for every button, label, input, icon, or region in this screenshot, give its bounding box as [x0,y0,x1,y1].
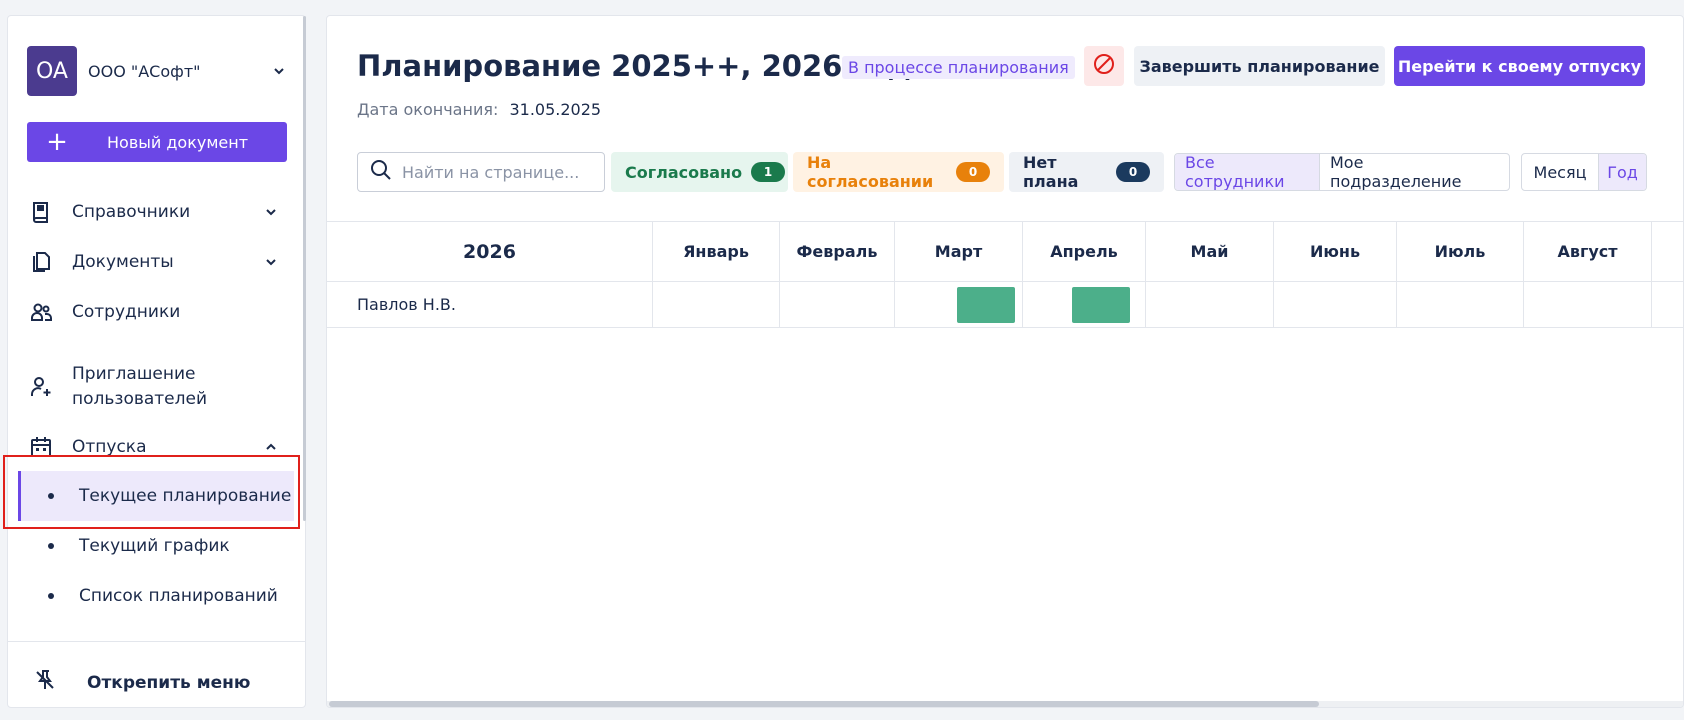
month-cell [1651,282,1683,327]
vacation-table: 2026 Январь Февраль Март Апрель Май Июнь… [327,221,1683,328]
month-header: Март [894,222,1022,281]
filter-pending-count: 0 [956,162,990,182]
sidebar-subitem-planning-list[interactable]: Список планирований [18,571,301,621]
search-icon [370,159,392,185]
period-year[interactable]: Год [1598,154,1646,190]
sidebar-item-invite-users[interactable]: Приглашение пользователей [27,361,287,413]
employee-name: Павлов Н.В. [357,295,456,314]
sidebar-item-label: Сотрудники [72,301,181,322]
employees-icon [27,298,55,326]
filter-approved-count: 1 [751,162,786,182]
highlight-annotation [3,455,300,529]
horizontal-scrollbar-thumb[interactable] [329,701,1319,707]
chevron-down-icon [263,254,279,270]
cancel-planning-button[interactable] [1084,46,1124,86]
chevron-up-icon [263,439,279,455]
sidebar-scrollbar[interactable] [303,16,306,521]
filter-no-plan-count: 0 [1116,162,1150,182]
month-header: Июнь [1273,222,1396,281]
month-header: Июль [1396,222,1523,281]
vacation-bar[interactable] [957,287,1015,323]
end-date-label: Дата окончания: [357,100,499,119]
documents-icon [27,248,55,276]
month-header: Май [1145,222,1273,281]
scope-toggle: Все сотрудники Мое подразделение [1174,153,1510,191]
prohibited-icon [1092,52,1116,80]
table-row[interactable]: Павлов Н.В. [327,282,1683,328]
scope-my-department[interactable]: Мое подразделение [1319,154,1509,190]
sidebar: OA ООО "АСофт" + Новый документ Справочн… [7,15,306,708]
month-cell [779,282,894,327]
sidebar-item-employees[interactable]: Сотрудники [27,297,287,327]
month-cell [652,282,779,327]
sidebar-item-directories[interactable]: Справочники [27,197,287,227]
end-date: Дата окончания: 31.05.2025 [357,100,601,119]
period-toggle: Месяц Год [1521,153,1647,191]
bullet-icon [48,593,54,599]
sidebar-item-label: Справочники [72,201,191,222]
month-header: Февраль [779,222,894,281]
org-avatar: OA [27,46,77,96]
month-header: Апрель [1022,222,1145,281]
chevron-down-icon[interactable] [271,63,287,79]
search-input[interactable] [402,162,582,182]
month-cell [1273,282,1396,327]
filter-pending[interactable]: На согласовании 0 [793,152,1004,192]
filter-approved[interactable]: Согласовано 1 [611,152,788,192]
sidebar-item-documents[interactable]: Документы [27,247,287,277]
month-header: Август [1523,222,1651,281]
year-header: 2026 [463,240,516,263]
main-panel: Планирование 2025++, 2026 год В процессе… [326,15,1684,708]
unpin-menu-button[interactable]: Открепить меню [33,668,250,697]
filter-pending-label: На согласовании [807,153,934,191]
filter-approved-label: Согласовано [625,162,743,182]
status-badge: В процессе планирования [842,56,1075,79]
book-icon [27,198,55,226]
horizontal-scrollbar[interactable] [327,701,1683,707]
page-title: Планирование 2025++, 2026 год [357,49,911,83]
month-cell [1523,282,1651,327]
goto-my-vacation-button[interactable]: Перейти к своему отпуску [1394,46,1645,86]
search-field[interactable] [357,152,605,192]
table-header: 2026 Январь Февраль Март Апрель Май Июнь… [327,221,1683,282]
org-name: ООО "АСофт" [88,61,201,81]
month-header-cutoff [1651,222,1683,281]
vacation-bar[interactable] [1072,287,1130,323]
plus-icon: + [46,127,68,157]
new-document-label: Новый документ [107,132,249,152]
scope-all-employees[interactable]: Все сотрудники [1175,154,1319,190]
period-month[interactable]: Месяц [1522,154,1598,190]
month-header: Январь [652,222,779,281]
bullet-icon [48,543,54,549]
month-cell [1396,282,1523,327]
sidebar-subitem-label: Текущий график [79,536,230,556]
finish-planning-button[interactable]: Завершить планирование [1134,46,1385,86]
unpin-menu-label: Открепить меню [87,672,251,693]
chevron-down-icon [263,204,279,220]
sidebar-item-label: Приглашение пользователей [72,364,208,409]
sidebar-divider [8,641,305,642]
add-user-icon [27,373,55,401]
filter-no-plan-label: Нет плана [1023,153,1079,191]
unpin-icon [33,668,57,697]
filter-no-plan[interactable]: Нет плана 0 [1009,152,1164,192]
org-selector[interactable]: OA ООО "АСофт" [27,46,287,96]
new-document-button[interactable]: + Новый документ [27,122,287,162]
sidebar-item-label: Документы [72,251,174,272]
month-cell [1145,282,1273,327]
sidebar-subitem-label: Список планирований [79,586,278,606]
end-date-value: 31.05.2025 [509,100,602,119]
